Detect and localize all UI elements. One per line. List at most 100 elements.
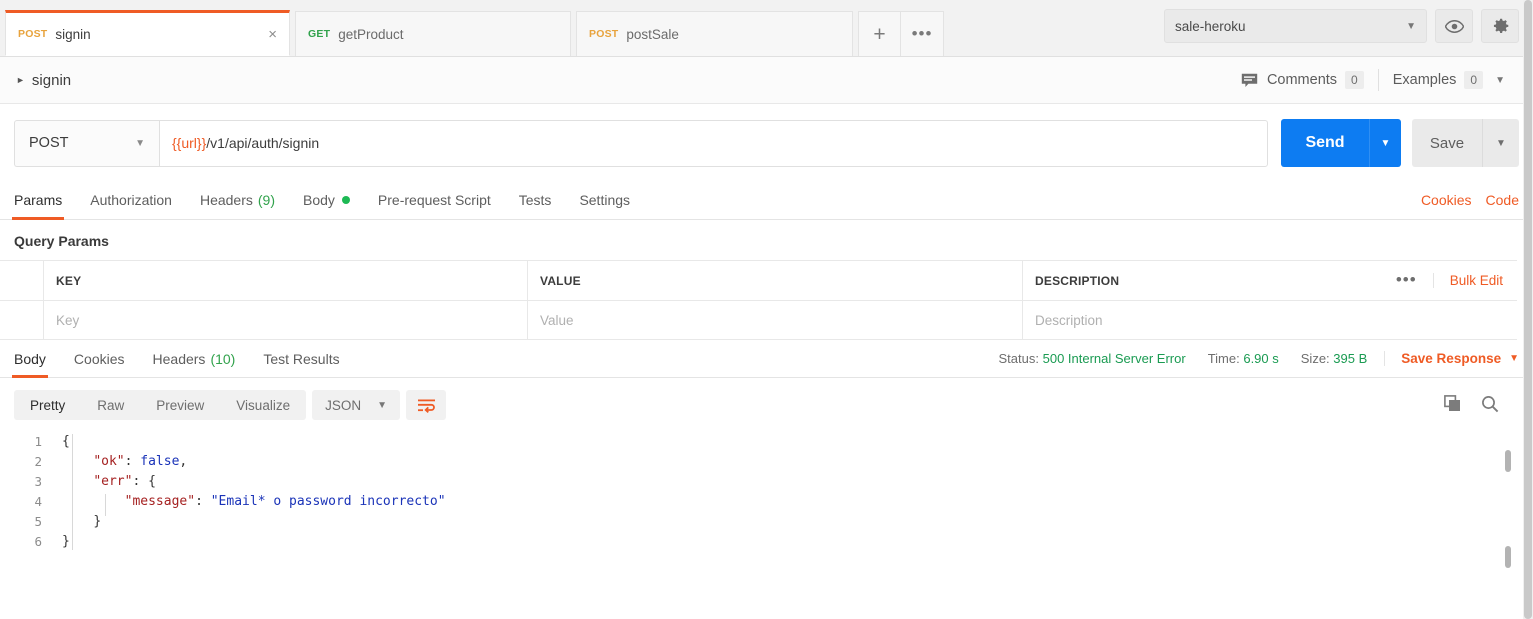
close-icon[interactable]: × — [244, 27, 277, 42]
tab-label: Body — [303, 192, 335, 208]
environment-label: sale-heroku — [1175, 18, 1246, 34]
breadcrumb[interactable]: ► signin — [16, 72, 71, 89]
size-badge: Size: 395 B — [1290, 351, 1379, 366]
tab-method-label: GET — [308, 28, 331, 40]
size-label: Size: — [1300, 351, 1330, 366]
eye-icon — [1444, 19, 1464, 33]
status-badge: Status: 500 Internal Server Error — [988, 351, 1197, 366]
tab-label: Body — [14, 350, 46, 367]
code-text: { — [62, 434, 70, 449]
search-icon — [1482, 395, 1499, 412]
tab-method-label: POST — [589, 28, 619, 40]
column-header-key: KEY — [44, 261, 528, 300]
chevron-down-icon: ▼ — [1509, 353, 1519, 364]
request-tab-getproduct[interactable]: GET getProduct — [295, 11, 571, 56]
save-response-label: Save Response — [1401, 351, 1502, 366]
tab-body[interactable]: Body — [289, 181, 364, 220]
tab-label: Headers — [199, 192, 253, 208]
tab-tests[interactable]: Tests — [505, 181, 566, 220]
view-mode-preview[interactable]: Preview — [140, 390, 220, 420]
tab-headers[interactable]: Headers (9) — [186, 181, 289, 220]
tab-label: Settings — [579, 192, 631, 208]
code-text: "ok": false, — [93, 454, 188, 469]
response-view-mode-group: Pretty Raw Preview Visualize — [14, 390, 307, 420]
send-button[interactable]: Send — [1281, 119, 1369, 167]
table-header-row: KEY VALUE DESCRIPTION ••• Bulk Edit — [0, 261, 1517, 301]
param-value-input[interactable]: Value — [528, 301, 1023, 339]
environment-quick-look-button[interactable] — [1435, 9, 1473, 43]
bulk-edit-button[interactable]: Bulk Edit — [1432, 273, 1505, 288]
comments-label: Comments — [1266, 72, 1338, 88]
column-header-description-cell: DESCRIPTION ••• Bulk Edit — [1023, 261, 1517, 300]
tab-label: Headers — [152, 350, 206, 367]
new-tab-button[interactable]: + — [858, 11, 901, 56]
send-options-button[interactable]: ▼ — [1369, 119, 1401, 167]
send-button-group: Send ▼ — [1281, 119, 1401, 167]
environment-selector[interactable]: sale-heroku ▼ — [1164, 9, 1427, 43]
size-value: 395 B — [1333, 351, 1368, 366]
code-link[interactable]: Code — [1486, 192, 1519, 208]
line-number: 3 — [34, 474, 42, 489]
status-label: Status: — [998, 351, 1039, 366]
save-options-button[interactable]: ▼ — [1482, 119, 1519, 167]
comments-button[interactable]: Comments 0 — [1227, 71, 1378, 89]
param-description-input[interactable]: Description — [1023, 301, 1517, 339]
row-checkbox-cell[interactable] — [0, 301, 44, 339]
tab-params[interactable]: Params — [0, 181, 76, 220]
response-tab-body[interactable]: Body — [0, 339, 60, 378]
tab-method-label: POST — [18, 28, 48, 40]
response-scrollbar-thumb-top[interactable] — [1505, 450, 1511, 472]
response-body-code[interactable]: 1 { 2 "ok": false, 3 "err": { 4 "message… — [0, 432, 1533, 552]
tab-title: signin — [55, 26, 91, 42]
response-tab-headers[interactable]: Headers (10) — [139, 339, 250, 378]
wrap-lines-button[interactable] — [406, 390, 447, 420]
response-scrollbar-thumb-bottom[interactable] — [1505, 546, 1511, 568]
save-button[interactable]: Save — [1412, 119, 1482, 167]
table-options-button[interactable]: ••• — [1380, 271, 1433, 288]
response-tab-test-results[interactable]: Test Results — [249, 339, 353, 378]
examples-button[interactable]: Examples 0 ▼ — [1379, 71, 1519, 89]
code-text: "message": "Email* o password incorrecto… — [124, 494, 446, 509]
request-tabs-list: POST signin × GET getProduct POST postSa… — [0, 0, 853, 56]
comments-count: 0 — [1345, 71, 1364, 89]
window-scrollbar-thumb[interactable] — [1524, 0, 1532, 619]
tab-label: Params — [14, 192, 63, 208]
examples-count: 0 — [1464, 71, 1484, 89]
url-input[interactable]: {{url}}/v1/api/auth/signin — [159, 119, 1268, 167]
page-title: signin — [31, 71, 72, 89]
chevron-down-icon[interactable]: ▼ — [1495, 75, 1505, 86]
request-tab-postsale[interactable]: POST postSale — [576, 11, 853, 56]
code-line: 6 } — [14, 532, 1533, 552]
http-method-select[interactable]: POST ▼ — [14, 119, 159, 167]
view-mode-visualize[interactable]: Visualize — [220, 390, 306, 420]
request-tab-signin[interactable]: POST signin × — [5, 10, 290, 56]
settings-button[interactable] — [1481, 9, 1519, 43]
query-params-table: KEY VALUE DESCRIPTION ••• Bulk Edit Key … — [0, 260, 1517, 340]
body-present-indicator-icon — [341, 196, 350, 204]
code-line: 1 { — [14, 432, 1533, 452]
query-params-title: Query Params — [14, 233, 109, 249]
tab-title: getProduct — [338, 26, 404, 42]
wrap-text-icon — [417, 399, 435, 413]
code-text: } — [93, 514, 102, 529]
copy-icon — [1444, 395, 1460, 411]
tab-authorization[interactable]: Authorization — [76, 181, 186, 220]
indent-guide — [72, 434, 73, 550]
line-number: 6 — [34, 534, 42, 549]
copy-to-clipboard-button[interactable] — [1444, 395, 1461, 415]
view-mode-raw[interactable]: Raw — [81, 390, 140, 420]
param-key-input[interactable]: Key — [44, 301, 528, 339]
response-tab-cookies[interactable]: Cookies — [60, 339, 139, 378]
code-text: } — [62, 534, 70, 549]
tab-settings[interactable]: Settings — [565, 181, 644, 220]
view-mode-pretty[interactable]: Pretty — [14, 390, 81, 420]
response-format-select[interactable]: JSON ▼ — [312, 390, 401, 420]
window-scrollbar[interactable] — [1523, 0, 1533, 619]
search-response-button[interactable] — [1481, 395, 1499, 416]
status-value: 500 Internal Server Error — [1042, 351, 1186, 366]
tab-options-button[interactable]: ••• — [901, 11, 944, 56]
tab-pre-request-script[interactable]: Pre-request Script — [364, 181, 505, 220]
cookies-link[interactable]: Cookies — [1421, 192, 1472, 208]
headers-count: (9) — [257, 192, 275, 208]
save-response-button[interactable]: Save Response ▼ — [1384, 351, 1519, 366]
